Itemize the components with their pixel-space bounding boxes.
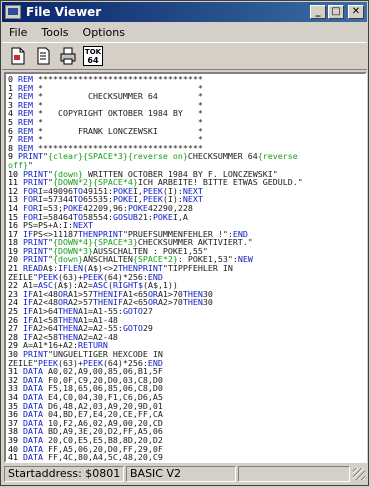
code-viewer[interactable]: 0 REM ********************************* 1… bbox=[4, 72, 367, 463]
code-token: NEW bbox=[237, 254, 253, 265]
tok64-icon: TOK 64 bbox=[82, 46, 103, 66]
code-token: 42 bbox=[8, 461, 23, 462]
maximize-button[interactable]: □ bbox=[328, 5, 344, 19]
code-token: A2>70 bbox=[157, 297, 183, 308]
app-window-icon[interactable] bbox=[5, 5, 21, 19]
open-file-button[interactable] bbox=[6, 45, 29, 67]
code-line: 9 PRINT"{clear}{SPACE*3}{reverse on}CHEC… bbox=[8, 152, 363, 161]
open-file-icon bbox=[11, 47, 24, 65]
new-file-button[interactable] bbox=[31, 45, 54, 67]
tok64-text-top: TOK bbox=[84, 48, 101, 56]
window-title: File Viewer bbox=[26, 5, 102, 19]
status-start-address: Startaddress: $0801 bbox=[4, 466, 124, 482]
print-button[interactable] bbox=[56, 45, 79, 67]
menu-file[interactable]: File bbox=[2, 26, 34, 39]
status-basic-version: BASIC V2 bbox=[126, 466, 236, 482]
menu-options[interactable]: Options bbox=[76, 26, 132, 39]
print-icon bbox=[60, 47, 75, 65]
code-token: 30 bbox=[202, 297, 213, 308]
menu-bar: File Tools Options bbox=[2, 23, 367, 41]
status-empty-cell bbox=[238, 466, 350, 482]
status-bar: Startaddress: $0801 BASIC V2 bbox=[2, 464, 367, 484]
close-button[interactable]: ✕ bbox=[348, 5, 364, 19]
code-token: GOSUB bbox=[112, 211, 138, 222]
code-token: 27 bbox=[142, 306, 153, 317]
code-token: {reverse bbox=[257, 151, 298, 162]
code-token: CHECKSUMMER 64 bbox=[187, 151, 258, 162]
code-token: "TIPPFEHLER IN bbox=[162, 263, 233, 274]
code-line: 42 DATA FF,A6,69,90,01,8A,60,09 bbox=[8, 462, 363, 463]
code-token: 21: bbox=[137, 211, 153, 222]
code-token: 29 bbox=[142, 323, 153, 334]
title-bar[interactable]: File Viewer _ □ ✕ bbox=[2, 2, 367, 22]
tok64-button[interactable]: TOK 64 bbox=[81, 45, 104, 67]
minimize-button[interactable]: _ bbox=[310, 5, 326, 19]
code-token: DATA bbox=[23, 461, 43, 462]
file-viewer-window: File Viewer _ □ ✕ File Tools Options TOK… bbox=[0, 0, 369, 486]
resize-grip[interactable] bbox=[353, 468, 365, 480]
new-file-icon bbox=[37, 47, 49, 65]
code-token: GOTO bbox=[122, 306, 143, 317]
code-listing: 0 REM ********************************* 1… bbox=[6, 74, 365, 463]
tok64-text-bottom: 64 bbox=[87, 56, 99, 65]
toolbar: TOK 64 bbox=[2, 42, 367, 70]
code-token: {clear}{SPACE*3}{reverse on} bbox=[47, 151, 188, 162]
code-token: POKE bbox=[152, 211, 173, 222]
menu-tools[interactable]: Tools bbox=[34, 26, 75, 39]
code-token: THEN bbox=[182, 297, 203, 308]
code-token: GOTO bbox=[122, 323, 143, 334]
code-token: FF,A6,69,90,01,8A,60,09 bbox=[43, 461, 163, 462]
code-token: I,A bbox=[172, 211, 188, 222]
